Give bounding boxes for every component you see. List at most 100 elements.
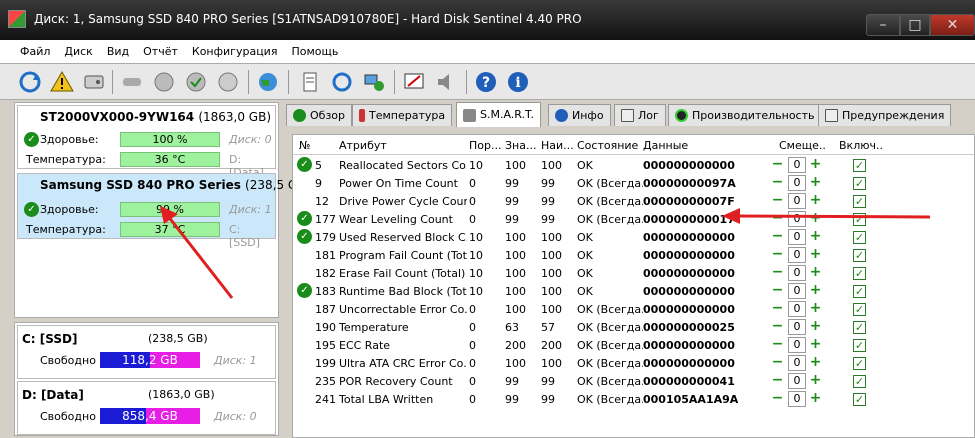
table-row[interactable]: 241Total LBA Written09999OK (Всегда...00…: [293, 390, 974, 408]
partition-item-d[interactable]: D: [Data] (1863,0 GB) Свободно 858,4 GB …: [17, 381, 276, 435]
tab-log[interactable]: Лог: [614, 104, 666, 126]
increment-button[interactable]: +: [809, 320, 822, 333]
menu-disk[interactable]: Диск: [57, 40, 99, 64]
refresh-icon[interactable]: [16, 68, 44, 96]
offset-value[interactable]: 0: [788, 301, 806, 317]
table-row[interactable]: 235POR Recovery Count09999OK (Всегда...0…: [293, 372, 974, 390]
enabled-checkbox[interactable]: ✓: [853, 177, 866, 190]
sync-icon[interactable]: [328, 68, 356, 96]
increment-button[interactable]: +: [809, 212, 822, 225]
decrement-button[interactable]: −: [771, 266, 784, 279]
offset-value[interactable]: 0: [788, 175, 806, 191]
offset-value[interactable]: 0: [788, 157, 806, 173]
increment-button[interactable]: +: [809, 158, 822, 171]
table-row[interactable]: ✓ 5 Reallocated Sectors Co... 10 100 100 OK 000…: [293, 156, 974, 174]
table-row[interactable]: ✓ 179 Used Reserved Block C... 10 100 100 OK 00…: [293, 228, 974, 246]
warning-icon[interactable]: [48, 68, 76, 96]
table-row[interactable]: 182 Erase Fail Count (Total) 10 100 100 OK 000…: [293, 264, 974, 282]
increment-button[interactable]: +: [809, 338, 822, 351]
column-status[interactable]: Состояние: [577, 139, 638, 152]
decrement-button[interactable]: −: [771, 248, 784, 261]
offset-value[interactable]: 0: [788, 265, 806, 281]
maximize-button[interactable]: □: [900, 14, 930, 36]
increment-button[interactable]: +: [809, 392, 822, 405]
increment-button[interactable]: +: [809, 284, 822, 297]
tools-icon[interactable]: [214, 68, 242, 96]
decrement-button[interactable]: −: [771, 392, 784, 405]
table-row[interactable]: 195ECC Rate0200200OK (Всегда...000000000…: [293, 336, 974, 354]
increment-button[interactable]: +: [809, 176, 822, 189]
tab-alerts[interactable]: Предупреждения: [818, 104, 952, 126]
close-button[interactable]: ✕: [930, 14, 975, 36]
offset-value[interactable]: 0: [788, 337, 806, 353]
decrement-button[interactable]: −: [771, 338, 784, 351]
offset-value[interactable]: 0: [788, 391, 806, 407]
offset-value[interactable]: 0: [788, 355, 806, 371]
enabled-checkbox[interactable]: ✓: [853, 285, 866, 298]
enabled-checkbox[interactable]: ✓: [853, 393, 866, 406]
minimize-button[interactable]: –: [866, 14, 900, 36]
enabled-checkbox[interactable]: ✓: [853, 249, 866, 262]
disk-item-1-selected[interactable]: Samsung SSD 840 PRO Series (238,5 GB) ✓ …: [17, 173, 310, 249]
info-icon[interactable]: i: [504, 68, 532, 96]
tab-overview[interactable]: Обзор: [286, 104, 353, 126]
offset-value[interactable]: 0: [788, 373, 806, 389]
enabled-checkbox[interactable]: ✓: [853, 213, 866, 226]
menu-config[interactable]: Конфигурация: [185, 40, 285, 64]
partition-item-c[interactable]: C: [SSD] (238,5 GB) Свободно 118,2 GB Ди…: [17, 325, 276, 379]
column-threshold[interactable]: Пор...: [469, 139, 503, 152]
menu-help[interactable]: Помощь: [284, 40, 345, 64]
menu-file[interactable]: Файл: [0, 40, 57, 64]
surface-test-icon[interactable]: [150, 68, 178, 96]
enabled-checkbox[interactable]: ✓: [853, 375, 866, 388]
column-number[interactable]: №: [299, 139, 310, 152]
table-row[interactable]: 12 Drive Power Cycle Count 0 99 99 OK (Всегда…: [293, 192, 974, 210]
decrement-button[interactable]: −: [771, 374, 784, 387]
column-enabled[interactable]: Включ...: [839, 139, 883, 152]
sound-icon[interactable]: [432, 68, 460, 96]
offset-value[interactable]: 0: [788, 193, 806, 209]
tab-temperature[interactable]: Температура: [352, 104, 453, 126]
increment-button[interactable]: +: [809, 248, 822, 261]
decrement-button[interactable]: −: [771, 284, 784, 297]
enabled-checkbox[interactable]: ✓: [853, 195, 866, 208]
settings-icon[interactable]: [400, 68, 428, 96]
enabled-checkbox[interactable]: ✓: [853, 159, 866, 172]
column-value[interactable]: Зна...: [505, 139, 539, 152]
increment-button[interactable]: +: [809, 266, 822, 279]
tab-info[interactable]: Инфо: [548, 104, 611, 126]
tab-smart[interactable]: S.M.A.R.T.: [456, 102, 541, 127]
check-disk-icon[interactable]: [182, 68, 210, 96]
offset-value[interactable]: 0: [788, 247, 806, 263]
decrement-button[interactable]: −: [771, 302, 784, 315]
offset-value[interactable]: 0: [788, 319, 806, 335]
enabled-checkbox[interactable]: ✓: [853, 303, 866, 316]
decrement-button[interactable]: −: [771, 176, 784, 189]
offset-value[interactable]: 0: [788, 229, 806, 245]
column-offset[interactable]: Смеще...: [779, 139, 827, 152]
column-attribute[interactable]: Атрибут: [339, 139, 387, 152]
increment-button[interactable]: +: [809, 230, 822, 243]
enabled-checkbox[interactable]: ✓: [853, 357, 866, 370]
decrement-button[interactable]: −: [771, 212, 784, 225]
table-row[interactable]: 190Temperature06357OK (Всегда...00000000…: [293, 318, 974, 336]
decrement-button[interactable]: −: [771, 194, 784, 207]
increment-button[interactable]: +: [809, 374, 822, 387]
increment-button[interactable]: +: [809, 356, 822, 369]
enabled-checkbox[interactable]: ✓: [853, 231, 866, 244]
globe-icon[interactable]: [254, 68, 282, 96]
disk-item-0[interactable]: ST2000VX000-9YW164 (1863,0 GB) ✓ Здоровь…: [17, 105, 276, 179]
table-row[interactable]: 199 Ultra ATA CRC Error Co... 0 100 100 OK (В…: [293, 354, 974, 372]
enabled-checkbox[interactable]: ✓: [853, 267, 866, 280]
table-row[interactable]: 9Power On Time Count09999OK (Всегда...00…: [293, 174, 974, 192]
column-data[interactable]: Данные: [643, 139, 688, 152]
decrement-button[interactable]: −: [771, 230, 784, 243]
table-row[interactable]: 181 Program Fail Count (Tot... 10 100 100 OK 0…: [293, 246, 974, 264]
table-row[interactable]: ✓177Wear Leveling Count09999OK (Всегда..…: [293, 210, 974, 228]
menu-view[interactable]: Вид: [100, 40, 136, 64]
help-icon[interactable]: ?: [472, 68, 500, 96]
offset-value[interactable]: 0: [788, 211, 806, 227]
decrement-button[interactable]: −: [771, 320, 784, 333]
decrement-button[interactable]: −: [771, 356, 784, 369]
enabled-checkbox[interactable]: ✓: [853, 339, 866, 352]
